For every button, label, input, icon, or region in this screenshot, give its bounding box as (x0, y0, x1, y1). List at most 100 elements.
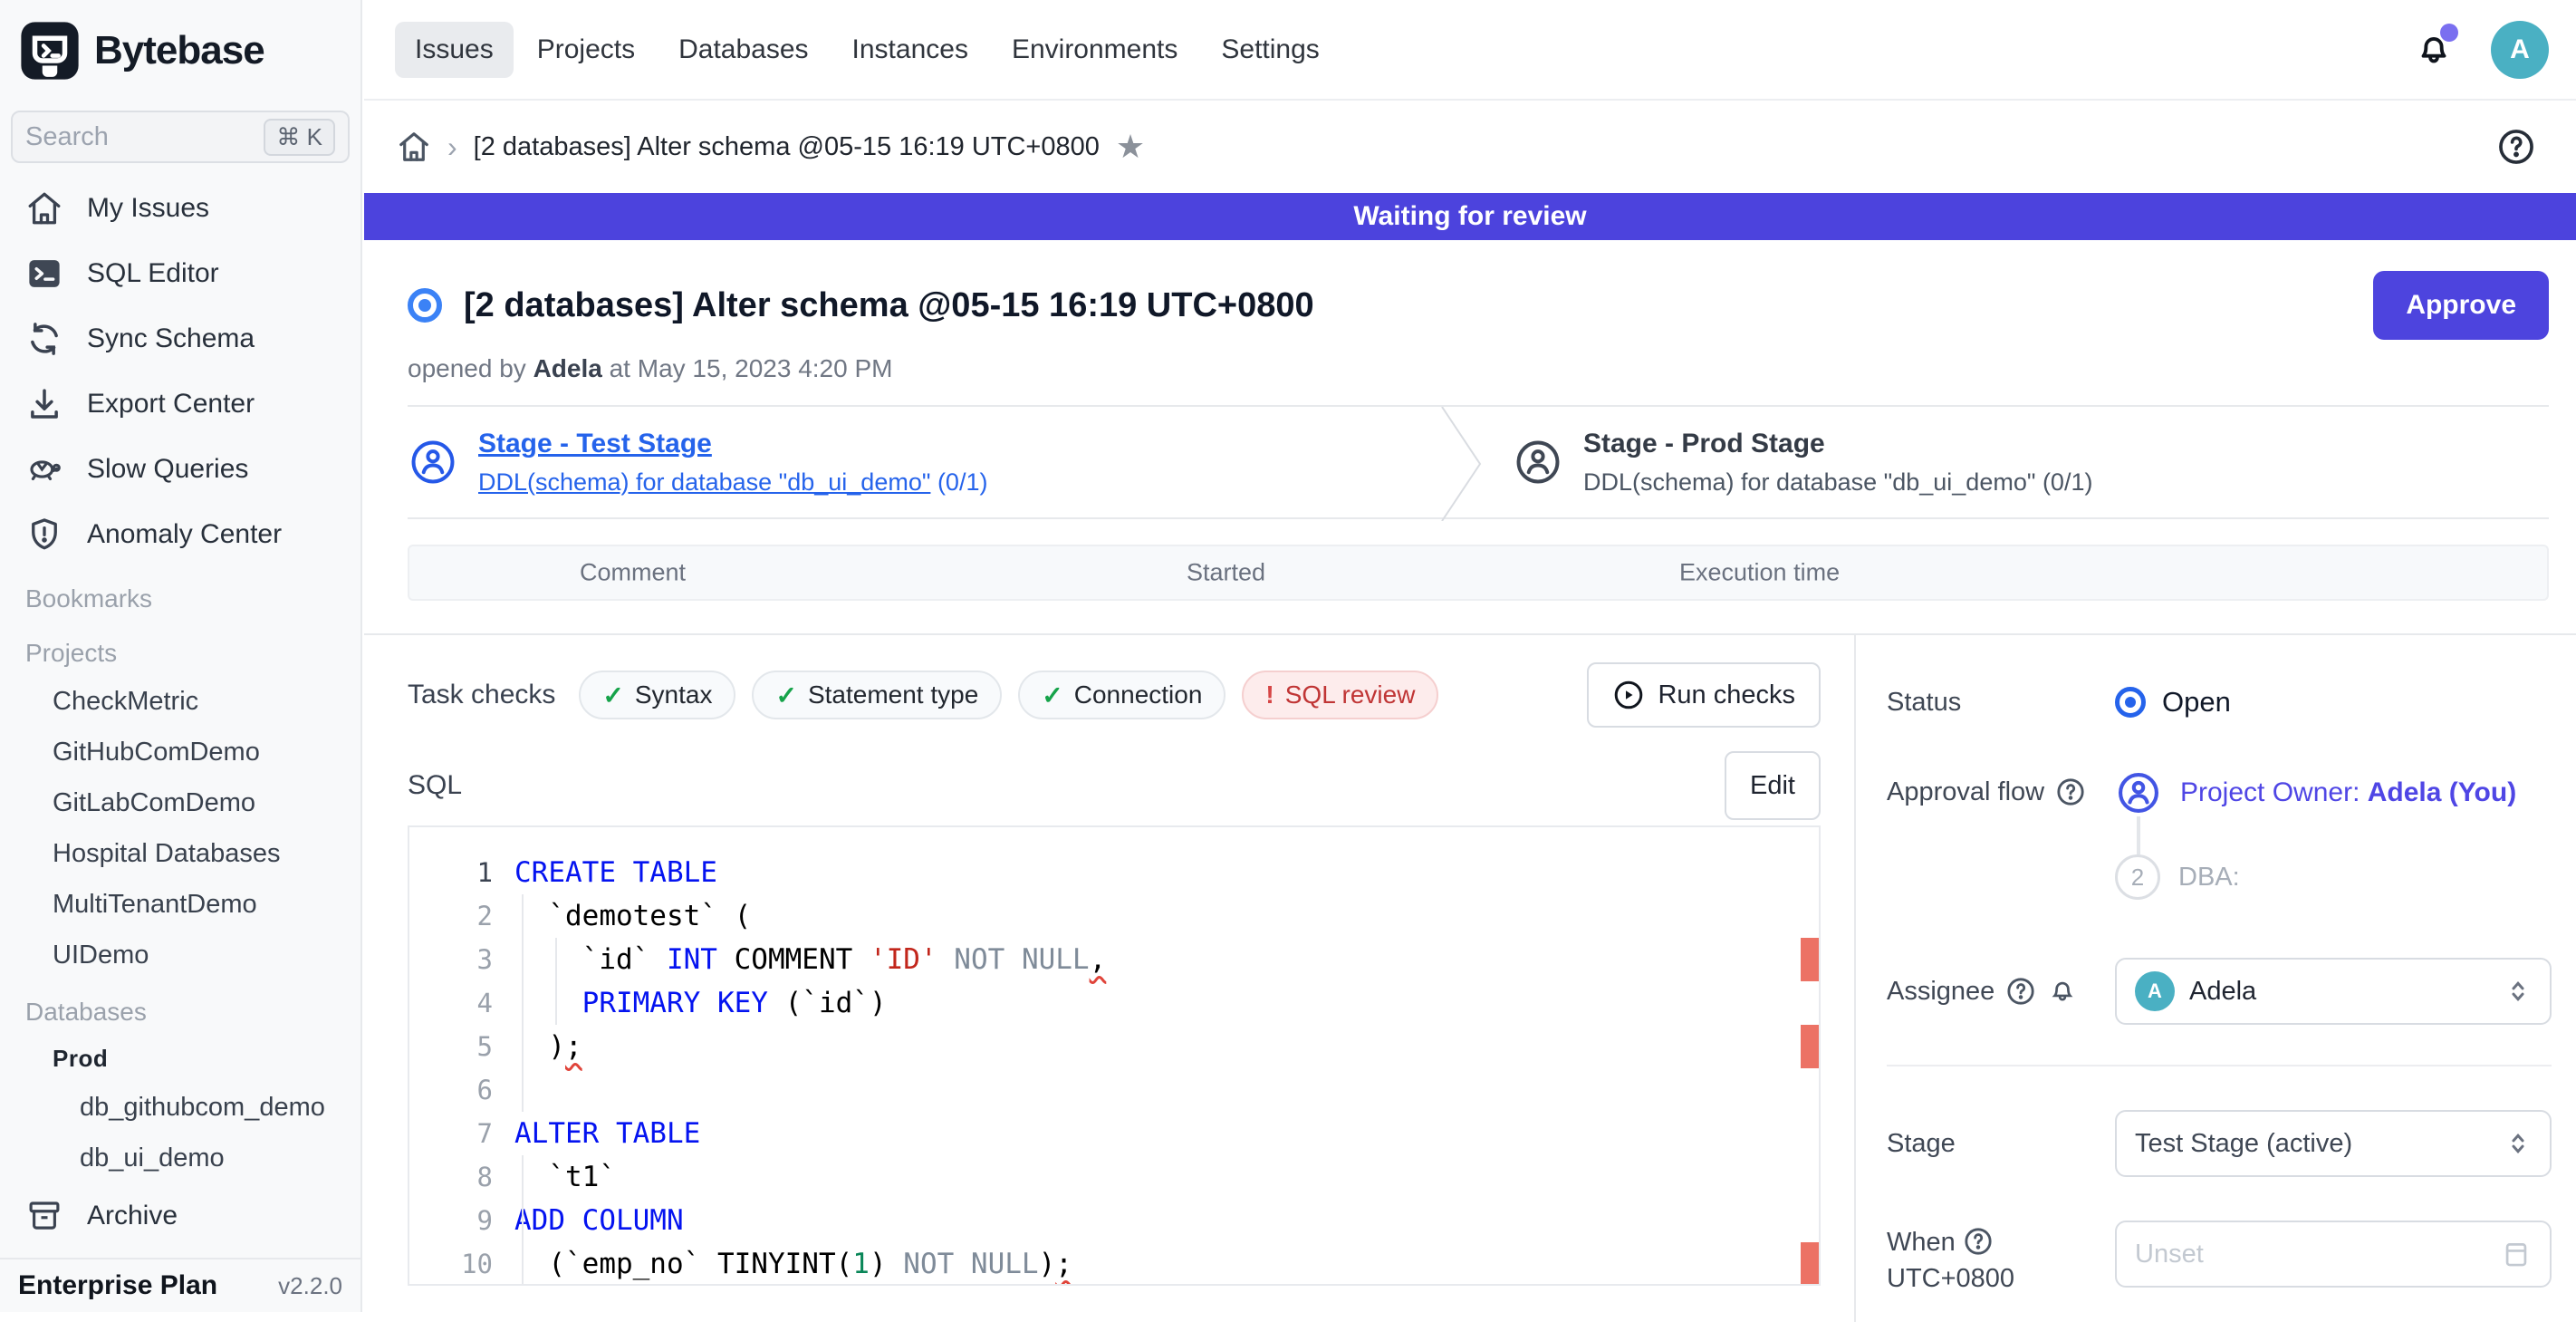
subscribe-bell-icon[interactable] (2047, 976, 2078, 1007)
nav-databases[interactable]: Databases (658, 22, 828, 78)
sidebar-item-export-center[interactable]: Export Center (0, 372, 360, 437)
help-circle-icon[interactable] (1963, 1226, 1994, 1257)
project-list: CheckMetricGitHubComDemoGitLabComDemoHos… (0, 676, 360, 980)
sidebar-project-githubcomdemo[interactable]: GitHubComDemo (0, 727, 360, 777)
notification-dot (2440, 24, 2458, 42)
sidebar-item-archive[interactable]: Archive (0, 1183, 360, 1249)
check-pill-label: SQL review (1285, 680, 1416, 709)
code-line: 10 (`emp_no` TINYINT(1) NOT NULL); (409, 1242, 1819, 1286)
status-open-icon (2115, 687, 2146, 718)
home-icon[interactable] (397, 130, 431, 164)
logo-text: Bytebase (94, 28, 264, 73)
line-number: 5 (409, 1025, 493, 1068)
sidebar-project-multitenantdemo[interactable]: MultiTenantDemo (0, 879, 360, 930)
nav-projects[interactable]: Projects (517, 22, 655, 78)
play-circle-icon (1612, 679, 1645, 711)
stage-select-label: Stage (1887, 1129, 2115, 1159)
stage-person-icon (408, 437, 458, 487)
shield-alert-icon (25, 516, 63, 554)
stage-select[interactable]: Test Stage (active) (2115, 1110, 2552, 1177)
sql-issue-marker (1801, 1242, 1819, 1286)
task-run-table-header: Comment Started Execution time (408, 545, 2549, 601)
code-line: 9ADD COLUMN (409, 1199, 1819, 1242)
home-icon (25, 189, 63, 227)
sidebar-section-bookmarks: Bookmarks (0, 576, 360, 622)
column-comment: Comment (580, 559, 686, 587)
code-line: 6 (409, 1068, 1819, 1112)
line-number: 6 (409, 1068, 493, 1112)
breadcrumb-title[interactable]: [2 databases] Alter schema @05-15 16:19 … (474, 132, 1100, 162)
sidebar-item-sql-editor[interactable]: SQL Editor (0, 241, 360, 306)
sidebar-database-db-ui-demo[interactable]: db_ui_demo (0, 1133, 360, 1183)
assignee-label: Assignee (1887, 977, 1994, 1007)
notifications-button[interactable] (2413, 29, 2455, 71)
approve-button[interactable]: Approve (2373, 271, 2549, 340)
approval-flow-label: Approval flow (1887, 777, 2044, 807)
sidebar-item-sync-schema[interactable]: Sync Schema (0, 306, 360, 372)
line-content: `id` INT COMMENT 'ID' NOT NULL, (493, 938, 1106, 981)
check-pill-label: Statement type (808, 680, 978, 709)
column-started: Started (1187, 559, 1265, 587)
line-number: 10 (409, 1242, 493, 1286)
breadcrumb-separator: › (447, 130, 457, 164)
sidebar-database-db-githubcom-demo[interactable]: db_githubcom_demo (0, 1082, 360, 1133)
code-line: 8 `t1` (409, 1155, 1819, 1199)
line-content: ); (493, 1025, 582, 1068)
indent-guide (522, 894, 524, 1112)
help-icon[interactable] (2496, 127, 2536, 167)
check-pill-connection[interactable]: ✓Connection (1018, 671, 1226, 719)
check-pill-syntax[interactable]: ✓Syntax (579, 671, 735, 719)
sidebar-project-gitlabcomdemo[interactable]: GitLabComDemo (0, 777, 360, 828)
help-circle-icon[interactable] (2055, 777, 2086, 807)
assignee-avatar: A (2135, 971, 2175, 1011)
search-input[interactable]: Search ⌘ K (11, 111, 350, 163)
run-checks-button[interactable]: Run checks (1587, 662, 1821, 728)
stage-task-link[interactable]: DDL(schema) for database "db_ui_demo" (478, 468, 930, 496)
stage-title[interactable]: Stage - Test Stage (478, 429, 987, 459)
main-area: IssuesProjectsDatabasesInstancesEnvironm… (364, 0, 2576, 1312)
line-content: (`emp_no` TINYINT(1) NOT NULL); (493, 1242, 1072, 1286)
logo[interactable]: Bytebase (0, 0, 360, 101)
sidebar-item-label: Archive (87, 1201, 178, 1231)
sync-icon (25, 320, 63, 358)
panel-divider (1887, 1065, 2552, 1066)
avatar[interactable]: A (2491, 21, 2549, 79)
status-banner: Waiting for review (364, 193, 2576, 240)
approver-person-icon (2115, 769, 2162, 816)
when-placeholder: Unset (2135, 1240, 2204, 1269)
sidebar-item-label: My Issues (87, 193, 209, 224)
approval-step-2-role: DBA: (2178, 863, 2240, 893)
sidebar-project-hospital-databases[interactable]: Hospital Databases (0, 828, 360, 879)
archive-icon (25, 1197, 63, 1235)
line-content: PRIMARY KEY (`id`) (493, 981, 887, 1025)
nav-instances[interactable]: Instances (832, 22, 988, 78)
issue-author: Adela (533, 354, 602, 382)
sidebar-project-checkmetric[interactable]: CheckMetric (0, 676, 360, 727)
error-icon: ! (1265, 680, 1274, 709)
help-circle-icon[interactable] (2005, 976, 2036, 1007)
sidebar-item-my-issues[interactable]: My Issues (0, 176, 360, 241)
code-line: 2 `demotest` ( (409, 894, 1819, 938)
assignee-select[interactable]: A Adela (2115, 958, 2552, 1025)
check-pills: ✓Syntax ✓ Statement type ✓Connection! SQL re… (579, 671, 1455, 719)
stage-test-stage[interactable]: Stage - Test Stage DDL(schema) for datab… (408, 429, 1440, 497)
check-pill-statement-type[interactable]: ✓ Statement type (752, 671, 1002, 719)
line-content (493, 1068, 514, 1112)
sidebar-item-anomaly-center[interactable]: Anomaly Center (0, 502, 360, 567)
plan-row[interactable]: Enterprise Plan v2.2.0 (0, 1258, 360, 1312)
edit-sql-button[interactable]: Edit (1725, 751, 1821, 820)
when-date-input[interactable]: Unset (2115, 1221, 2552, 1288)
assignee-value: Adela (2189, 977, 2256, 1007)
nav-issues[interactable]: Issues (395, 22, 514, 78)
when-label: When (1887, 1228, 1956, 1257)
check-icon: ✓ (775, 680, 796, 710)
sidebar-project-uidemo[interactable]: UIDemo (0, 930, 360, 980)
check-pill-sql-review[interactable]: ! SQL review (1242, 671, 1438, 719)
sidebar-item-slow-queries[interactable]: Slow Queries (0, 437, 360, 502)
check-icon: ✓ (1042, 680, 1062, 710)
star-icon[interactable]: ★ (1116, 128, 1145, 166)
nav-settings[interactable]: Settings (1201, 22, 1339, 78)
stage-prod-stage[interactable]: Stage - Prod Stage DDL(schema) for datab… (1513, 429, 2092, 497)
sql-editor[interactable]: 1CREATE TABLE2 `demotest` (3 `id` INT CO… (408, 825, 1821, 1286)
nav-environments[interactable]: Environments (992, 22, 1197, 78)
